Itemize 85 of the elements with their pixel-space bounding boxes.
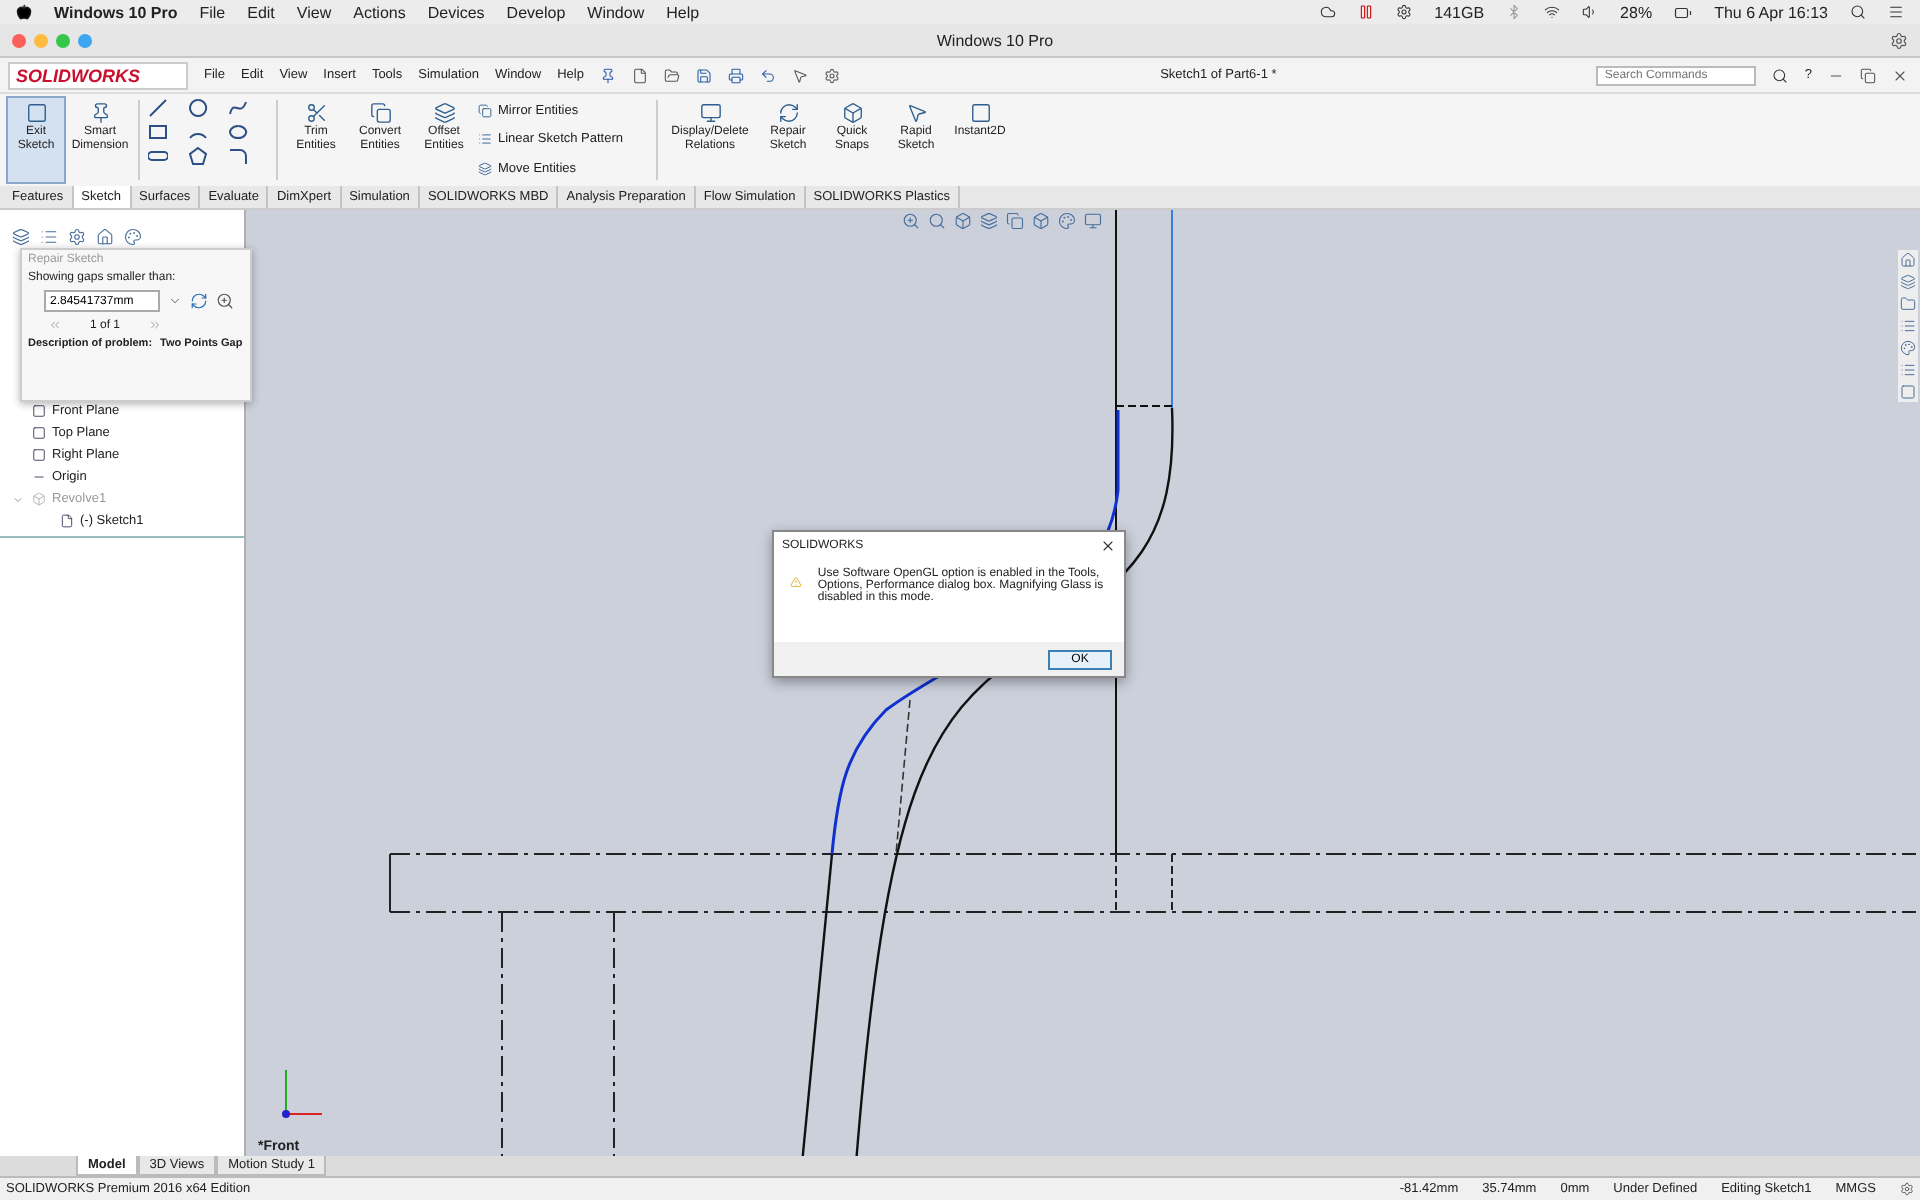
menu-item[interactable]: Devices — [427, 3, 485, 21]
search-icon[interactable] — [1850, 4, 1866, 20]
polygon-tool-icon[interactable] — [188, 146, 208, 166]
menu-icon[interactable] — [1888, 4, 1904, 20]
task-pane-icon[interactable] — [1900, 274, 1916, 290]
view-tool-icon[interactable] — [980, 212, 998, 230]
close-icon[interactable] — [1100, 538, 1116, 554]
storage-indicator[interactable]: 141GB — [1434, 3, 1485, 21]
slot-tool-icon[interactable] — [148, 146, 168, 166]
scissors-icon — [305, 102, 327, 124]
window-title: Windows 10 Pro — [934, 31, 1056, 49]
menu-item[interactable]: File — [199, 3, 226, 21]
app-name: Windows 10 Pro — [54, 3, 178, 21]
search-icon[interactable] — [1772, 67, 1789, 83]
box-icon — [841, 102, 863, 124]
new-file-icon[interactable] — [631, 67, 648, 83]
cloud-icon[interactable] — [1320, 4, 1337, 20]
menu-item[interactable]: Develop — [506, 3, 566, 21]
wifi-icon[interactable] — [1544, 4, 1561, 20]
battery-icon[interactable] — [1674, 3, 1693, 21]
tool-icon — [478, 103, 492, 118]
panel-tab-icon[interactable] — [124, 228, 142, 246]
ellipse-tool-icon[interactable] — [228, 122, 248, 142]
view-tool-icon[interactable] — [1084, 212, 1102, 230]
menu-item[interactable]: Help — [666, 3, 700, 21]
rectangle-tool-icon[interactable] — [148, 122, 168, 142]
panel-tab-icon[interactable] — [12, 228, 30, 246]
restore-icon[interactable] — [1860, 67, 1876, 83]
spline-tool-icon[interactable] — [228, 98, 248, 118]
line-tool-icon[interactable] — [148, 98, 168, 118]
menu-item[interactable]: Edit — [247, 3, 275, 21]
refresh-icon[interactable] — [190, 292, 208, 310]
volume-icon[interactable] — [1582, 4, 1599, 20]
view-tool-icon[interactable] — [1058, 212, 1076, 230]
dimension-icon — [89, 102, 111, 124]
layers-icon — [433, 102, 455, 124]
magnifier-icon[interactable] — [216, 292, 234, 310]
undo-icon[interactable] — [759, 67, 776, 83]
feature-icon — [32, 492, 46, 506]
view-tool-icon[interactable] — [928, 212, 946, 230]
clock[interactable]: Thu 6 Apr 16:13 — [1714, 3, 1828, 21]
settings-icon[interactable] — [1890, 31, 1908, 49]
gear-icon[interactable] — [1396, 4, 1413, 20]
task-pane-icon[interactable] — [1900, 362, 1916, 378]
task-pane-icon[interactable] — [1900, 296, 1916, 312]
open-folder-icon[interactable] — [663, 67, 680, 83]
monitor-icon — [699, 102, 721, 124]
square-icon — [969, 102, 991, 124]
task-pane-icon[interactable] — [1900, 384, 1916, 400]
close-icon[interactable] — [1892, 67, 1908, 83]
pause-icon[interactable] — [1358, 4, 1375, 20]
panel-tab-icon[interactable] — [68, 228, 86, 246]
menu-item[interactable]: Window — [587, 3, 645, 21]
copy-icon — [369, 102, 391, 124]
select-icon[interactable] — [791, 67, 808, 83]
menu-item[interactable]: View — [296, 3, 332, 21]
tool-icon — [478, 162, 492, 177]
print-icon[interactable] — [727, 67, 744, 83]
task-pane-icon[interactable] — [1900, 252, 1916, 268]
axis-triad-icon — [282, 1069, 323, 1118]
circle-tool-icon[interactable] — [188, 98, 208, 118]
sketch-line — [389, 853, 391, 913]
task-pane-icon[interactable] — [1900, 318, 1916, 334]
refresh-icon — [777, 102, 799, 124]
pointer-icon — [905, 102, 927, 124]
tool-icon — [478, 132, 492, 147]
menu-item[interactable]: Actions — [353, 3, 406, 21]
origin-icon — [32, 470, 46, 484]
panel-tab-icon[interactable] — [96, 228, 114, 246]
panel-tab-icon[interactable] — [40, 228, 58, 246]
view-tool-icon[interactable] — [1032, 212, 1050, 230]
save-icon[interactable] — [695, 67, 712, 83]
logo: SOLIDWORKS — [8, 61, 188, 89]
apple-icon[interactable] — [16, 4, 32, 20]
view-tool-icon[interactable] — [954, 212, 972, 230]
pin-icon[interactable] — [599, 67, 616, 83]
sketch-icon — [60, 514, 74, 528]
options-icon[interactable] — [823, 67, 840, 83]
view-tool-icon[interactable] — [1006, 212, 1024, 230]
fillet-tool-icon[interactable] — [228, 146, 248, 166]
settings-icon[interactable] — [1900, 1182, 1914, 1196]
task-pane-icon[interactable] — [1900, 340, 1916, 356]
view-tool-icon[interactable] — [902, 212, 920, 230]
sketch-icon — [25, 102, 47, 124]
battery-percentage: 28% — [1620, 3, 1653, 21]
